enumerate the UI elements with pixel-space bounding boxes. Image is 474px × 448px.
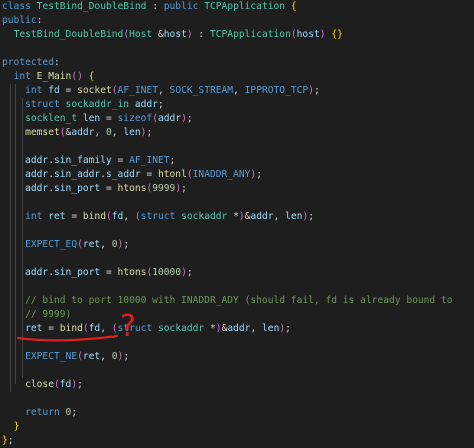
code-editor[interactable]: class TestBind_DoubleBind : public TCPAp…: [0, 0, 474, 446]
code-line[interactable]: };: [2, 434, 14, 448]
question-mark-annotation: ?: [120, 309, 136, 344]
red-underline: [16, 334, 118, 342]
code-line[interactable]: }: [2, 420, 20, 434]
handwritten-annotation: [16, 334, 118, 342]
